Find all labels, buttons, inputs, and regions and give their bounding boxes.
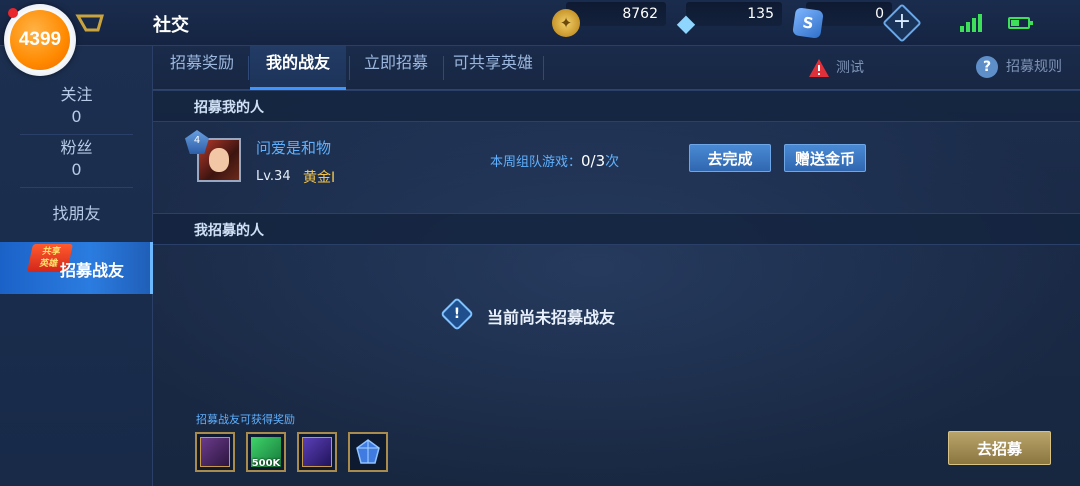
test-button[interactable]: 测试 (808, 57, 864, 79)
diamond-amount: 135 (686, 2, 782, 26)
sidebar-item-find-friends[interactable]: 找朋友 (0, 203, 153, 225)
go-recruit-button[interactable]: 去招募 (948, 431, 1051, 465)
battery-icon (1008, 17, 1033, 29)
fans-count: 0 (71, 160, 82, 179)
tab-recruit-now[interactable]: 立即招募 (351, 46, 441, 90)
rules-label: 招募规则 (1006, 59, 1062, 75)
tab-divider (349, 56, 350, 80)
avatar-face (209, 148, 229, 172)
divider (20, 134, 133, 135)
friend-row: 4 问爱是和物 Lv.34 黄金I 本周组队游戏：0/3次 去完成 赠送金币 (153, 122, 1080, 212)
follow-label: 关注 (60, 85, 93, 104)
warning-icon (809, 59, 829, 77)
tab-divider (543, 56, 544, 80)
help-icon: ? (976, 56, 998, 78)
friend-name[interactable]: 问爱是和物 (256, 137, 331, 158)
diamond-icon: ◆ (676, 9, 696, 37)
tab-bar: 招募奖励 我的战友 立即招募 可共享英雄 (153, 46, 1080, 90)
test-label: 测试 (836, 60, 864, 76)
sidebar-item-follow[interactable]: 关注 0 (0, 84, 153, 128)
reward-item[interactable] (348, 432, 388, 472)
section-header-recruiter: 招募我的人 (153, 90, 1080, 122)
recruit-rules-button[interactable]: ? 招募规则 (976, 56, 1062, 78)
friend-rank: 黄金I (303, 170, 336, 186)
divider (20, 187, 133, 188)
empty-text: 当前尚未招募战友 (487, 308, 616, 327)
page-title: 社交 (153, 15, 189, 36)
tab-divider (443, 56, 444, 80)
tab-recruit-rewards[interactable]: 招募奖励 (157, 46, 247, 90)
sidebar-item-fans[interactable]: 粉丝 0 (0, 137, 153, 181)
tab-divider (248, 56, 249, 80)
tab-my-allies[interactable]: 我的战友 (250, 46, 346, 90)
notification-dot (8, 8, 18, 18)
gift-gold-button[interactable]: 赠送金币 (784, 144, 866, 172)
signal-icon (960, 14, 982, 32)
reward-item[interactable] (297, 432, 337, 472)
card-box-icon (200, 437, 230, 467)
weekly-progress: 本周组队游戏：0/3次 (490, 152, 620, 170)
section-header-recruited: 我招募的人 (153, 213, 1080, 245)
follow-count: 0 (71, 107, 82, 126)
gold-coin-icon: ✦ (552, 9, 580, 37)
coupon-icon: S (792, 7, 824, 39)
rewards-label: 招募战友可获得奖励 (196, 413, 295, 426)
crystal-icon (353, 437, 383, 467)
reward-item[interactable]: 500K (246, 432, 286, 472)
complete-button[interactable]: 去完成 (689, 144, 771, 172)
fans-label: 粉丝 (60, 138, 93, 157)
sidebar: 关注 0 粉丝 0 找朋友 共享 英雄 招募战友 (0, 46, 153, 486)
reward-item[interactable] (195, 432, 235, 472)
section-title: 招募我的人 (194, 100, 264, 116)
sidebar-item-recruit[interactable]: 共享 英雄 招募战友 (0, 242, 153, 294)
reward-quantity: 500K (251, 458, 281, 469)
back-arrow-icon[interactable] (72, 8, 122, 38)
logo-text: 4399 (10, 10, 70, 70)
friend-level: Lv.34 (256, 169, 291, 184)
hero-card-icon (302, 437, 332, 467)
section-title: 我招募的人 (194, 223, 264, 239)
sidebar-item-label: 招募战友 (60, 261, 125, 280)
tab-shareable-heroes[interactable]: 可共享英雄 (445, 46, 541, 90)
gold-amount: 8762 (566, 2, 666, 26)
